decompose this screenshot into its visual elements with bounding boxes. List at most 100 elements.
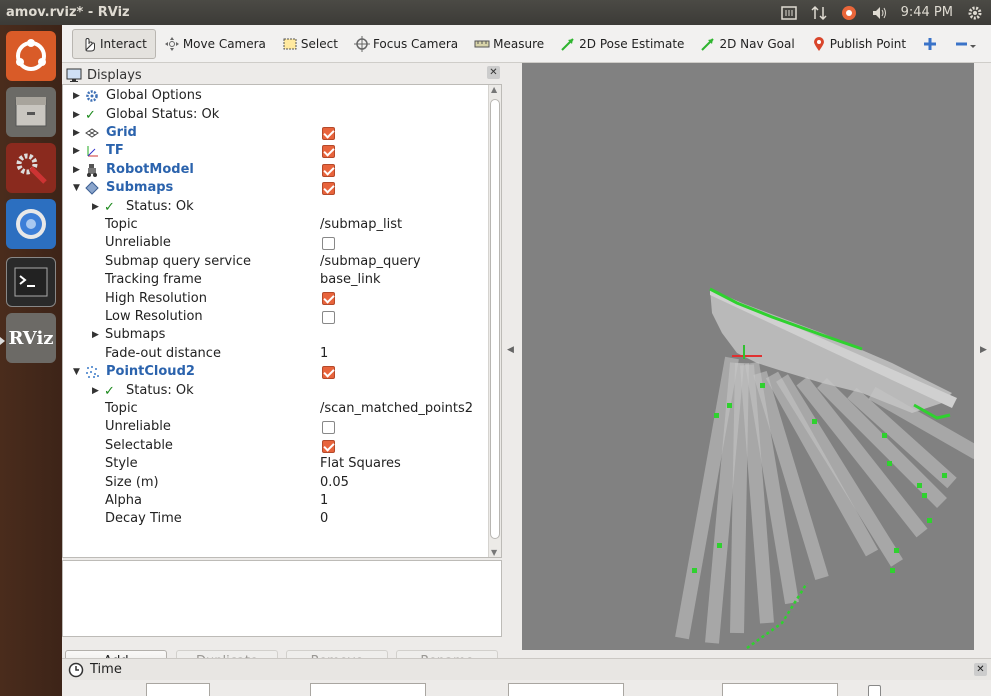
tool-label: 2D Nav Goal <box>719 36 795 51</box>
display-row[interactable]: Alpha 1 <box>63 492 488 510</box>
display-row[interactable]: ▼ PointCloud2 <box>63 363 488 381</box>
scroll-up-icon[interactable]: ▲ <box>491 85 497 94</box>
display-enable-checkbox[interactable] <box>322 145 335 159</box>
keyboard-indicator-icon[interactable] <box>780 5 797 21</box>
scrollbar-thumb[interactable] <box>490 99 500 539</box>
tool-move-camera-button[interactable]: Move Camera <box>156 29 274 59</box>
ubuntu-logo-icon[interactable] <box>6 31 56 81</box>
display-row[interactable]: ▶ TF <box>63 142 488 160</box>
scroll-down-icon[interactable]: ▼ <box>491 548 497 557</box>
display-row[interactable]: Style Flat Squares <box>63 455 488 473</box>
right-splitter-arrow-icon[interactable]: ▶ <box>980 345 987 355</box>
displays-scrollbar[interactable]: ▲ ▼ <box>488 85 501 557</box>
display-row[interactable]: Topic/scan_matched_points2 <box>63 400 488 418</box>
display-enable-checkbox[interactable] <box>322 366 335 379</box>
display-enable-checkbox[interactable] <box>322 292 335 306</box>
display-row[interactable]: ▶ RobotModel <box>63 161 488 179</box>
display-row-value[interactable]: 0 <box>320 510 328 528</box>
wall-elapsed-field[interactable] <box>722 683 838 696</box>
collapse-arrow-icon[interactable]: ▼ <box>73 179 81 197</box>
expand-arrow-icon[interactable]: ▶ <box>92 198 100 216</box>
display-row[interactable]: ▶ ✓ Status: Ok <box>63 197 488 216</box>
display-row[interactable]: Submap query service/submap_query <box>63 253 488 271</box>
display-row-label: Submap query service <box>105 253 251 269</box>
display-row-value[interactable]: base_link <box>320 271 380 289</box>
tool-2d-nav-goal-button[interactable]: 2D Nav Goal <box>692 29 802 59</box>
expand-arrow-icon[interactable]: ▶ <box>73 87 81 105</box>
system-settings-icon[interactable] <box>6 143 56 193</box>
display-row[interactable]: Tracking frame base_link <box>63 271 488 289</box>
display-row-label: PointCloud2 <box>106 364 195 380</box>
display-row[interactable]: ▶ ✓ Global Status: Ok <box>63 105 488 124</box>
display-row[interactable]: ▶ Grid <box>63 124 488 142</box>
network-icon[interactable] <box>811 5 827 21</box>
experimental-checkbox[interactable] <box>868 685 881 696</box>
files-icon[interactable] <box>6 87 56 137</box>
display-row[interactable]: ▼ Submaps <box>63 179 488 197</box>
display-row-value[interactable]: 0.05 <box>320 474 349 492</box>
display-row-value[interactable]: 1 <box>320 492 328 510</box>
display-row[interactable]: Unreliable <box>63 234 488 252</box>
ros-elapsed-field[interactable] <box>310 683 426 696</box>
display-row[interactable]: Fade-out distance 1 <box>63 345 488 363</box>
display-row[interactable]: Topic/submap_list <box>63 216 488 234</box>
expand-arrow-icon[interactable]: ▶ <box>92 326 100 344</box>
expand-arrow-icon[interactable]: ▶ <box>73 142 81 160</box>
time-close-button[interactable]: ✕ <box>974 663 987 676</box>
expand-arrow-icon[interactable]: ▶ <box>73 161 81 179</box>
tool-focus-camera-button[interactable]: Focus Camera <box>346 29 466 59</box>
chromium-icon[interactable] <box>6 199 56 249</box>
wall-time-field[interactable] <box>508 683 624 696</box>
rviz-launcher-label: RViz <box>8 327 54 349</box>
tool-publish-point-button[interactable]: Publish Point <box>803 29 914 59</box>
display-row[interactable]: Unreliable <box>63 418 488 436</box>
display-row[interactable]: ▶ Submaps <box>63 326 488 344</box>
display-row-value[interactable]: Flat Squares <box>320 455 401 473</box>
select-icon <box>282 36 298 52</box>
display-enable-checkbox[interactable] <box>322 163 335 177</box>
collapse-arrow-icon[interactable]: ▼ <box>73 363 81 381</box>
tool-interact-button[interactable]: Interact <box>72 28 156 59</box>
display-row[interactable]: Size (m) 0.05 <box>63 473 488 491</box>
rviz-launcher-icon[interactable]: RViz <box>6 313 56 363</box>
display-enable-checkbox[interactable] <box>322 310 335 324</box>
tool-measure-button[interactable]: Measure <box>466 29 552 59</box>
display-row[interactable]: ▶ Global Options <box>63 87 488 105</box>
move-camera-icon <box>164 36 180 52</box>
expand-arrow-icon[interactable]: ▶ <box>73 106 81 124</box>
display-enable-checkbox[interactable] <box>322 182 335 195</box>
display-row[interactable]: Selectable <box>63 437 488 455</box>
displays-close-button[interactable]: ✕ <box>487 66 500 79</box>
left-splitter-arrow-icon[interactable]: ◀ <box>507 345 514 355</box>
display-row[interactable]: High Resolution <box>63 289 488 307</box>
display-row-value[interactable]: /submap_list <box>320 216 402 234</box>
ros-time-field[interactable] <box>146 683 210 696</box>
display-row[interactable]: ▶ ✓ Status: Ok <box>63 381 488 400</box>
add-tool-button[interactable] <box>914 29 946 59</box>
display-row-value[interactable]: /submap_query <box>320 253 421 271</box>
expand-arrow-icon[interactable]: ▶ <box>92 382 100 400</box>
3d-render-view[interactable] <box>522 63 974 650</box>
remove-tool-button[interactable] <box>946 29 986 59</box>
display-row[interactable]: Decay Time 0 <box>63 510 488 528</box>
monitor-icon <box>66 67 82 83</box>
tool-label: Interact <box>100 36 147 51</box>
update-notifier-icon[interactable] <box>841 5 857 21</box>
terminal-icon[interactable] <box>6 257 56 307</box>
display-row-value[interactable]: /scan_matched_points2 <box>320 400 473 418</box>
status-ok-icon: ✓ <box>104 200 115 216</box>
volume-icon[interactable] <box>871 5 887 21</box>
display-enable-checkbox[interactable] <box>322 421 335 435</box>
expand-arrow-icon[interactable]: ▶ <box>73 124 81 142</box>
display-row[interactable]: Low Resolution <box>63 308 488 326</box>
settings-gear-icon[interactable] <box>967 5 983 21</box>
display-row-label: TF <box>106 143 124 159</box>
clock[interactable]: 9:44 PM <box>901 5 953 20</box>
display-row-value[interactable]: 1 <box>320 345 328 363</box>
point-marker <box>882 433 887 438</box>
display-enable-checkbox[interactable] <box>322 439 335 453</box>
tool-select-button[interactable]: Select <box>274 29 346 59</box>
display-enable-checkbox[interactable] <box>322 237 335 251</box>
display-enable-checkbox[interactable] <box>322 126 335 140</box>
tool-2d-pose-estimate-button[interactable]: 2D Pose Estimate <box>552 29 692 59</box>
